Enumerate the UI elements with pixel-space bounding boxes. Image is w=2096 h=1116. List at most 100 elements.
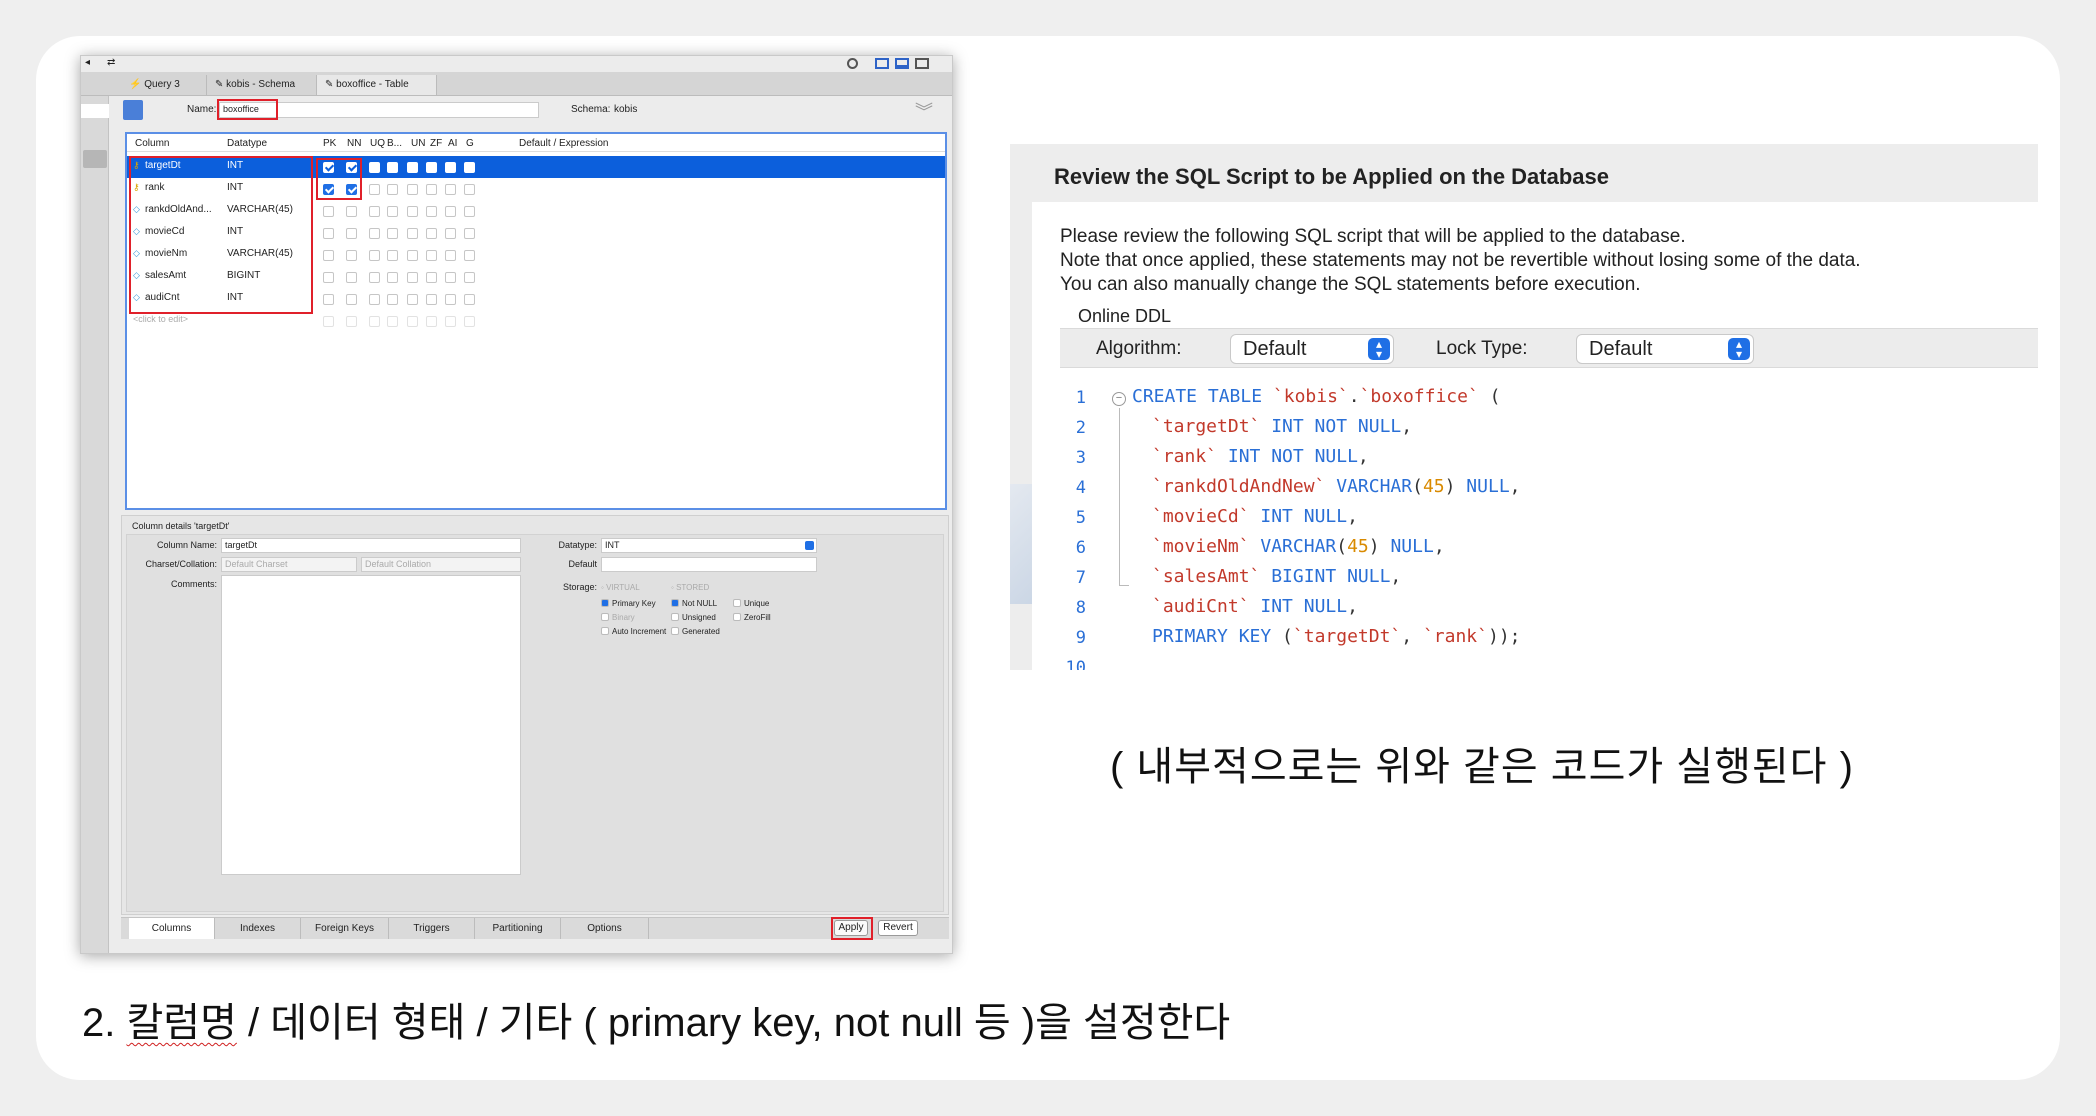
- flag-checkbox[interactable]: [426, 184, 437, 195]
- flag-checkbox[interactable]: [426, 206, 437, 217]
- primary-key-checkbox[interactable]: Primary Key: [601, 599, 656, 608]
- flag-checkbox[interactable]: [426, 228, 437, 239]
- click-to-edit-placeholder[interactable]: <click to edit>: [133, 314, 188, 324]
- collation-select[interactable]: Default Collation: [361, 557, 521, 572]
- flag-checkbox[interactable]: [369, 250, 380, 261]
- flag-checkbox[interactable]: [323, 228, 334, 239]
- flag-checkbox[interactable]: [387, 162, 398, 173]
- flag-checkbox[interactable]: [407, 228, 418, 239]
- flag-checkbox[interactable]: [369, 294, 380, 305]
- grid-header-cell[interactable]: UQ: [370, 138, 385, 149]
- flag-checkbox[interactable]: [407, 184, 418, 195]
- bottom-tab[interactable]: Triggers: [389, 918, 475, 939]
- flag-checkbox[interactable]: [387, 184, 398, 195]
- flag-checkbox[interactable]: [445, 294, 456, 305]
- column-name-input[interactable]: targetDt: [221, 538, 521, 553]
- flag-checkbox[interactable]: [323, 250, 334, 261]
- flag-checkbox[interactable]: [426, 294, 437, 305]
- default-input[interactable]: [601, 557, 817, 572]
- tab-query-3[interactable]: ⚡ Query 3: [121, 75, 207, 95]
- flag-checkbox[interactable]: [346, 206, 357, 217]
- flag-checkbox[interactable]: [464, 162, 475, 173]
- auto-increment-checkbox[interactable]: Auto Increment: [601, 627, 666, 636]
- flag-checkbox[interactable]: [445, 250, 456, 261]
- flag-checkbox[interactable]: [426, 272, 437, 283]
- flag-checkbox[interactable]: [346, 228, 357, 239]
- unique-checkbox[interactable]: Unique: [733, 599, 769, 608]
- back-icon[interactable]: ◂: [85, 57, 90, 68]
- flag-checkbox[interactable]: [323, 206, 334, 217]
- flag-checkbox[interactable]: [464, 272, 475, 283]
- flag-checkbox[interactable]: [346, 250, 357, 261]
- toolbar-icon[interactable]: ⇄: [107, 57, 115, 68]
- flag-checkbox[interactable]: [387, 272, 398, 283]
- grid-header-cell[interactable]: NN: [347, 138, 361, 149]
- flag-checkbox[interactable]: [346, 294, 357, 305]
- revert-button[interactable]: Revert: [878, 920, 918, 936]
- flag-checkbox[interactable]: [346, 272, 357, 283]
- bottom-tab[interactable]: Options: [561, 918, 649, 939]
- collapse-chevron-icon[interactable]: ︾: [915, 98, 933, 124]
- flag-checkbox[interactable]: [407, 316, 418, 327]
- flag-checkbox[interactable]: [445, 228, 456, 239]
- flag-checkbox[interactable]: [387, 294, 398, 305]
- flag-checkbox[interactable]: [445, 184, 456, 195]
- grid-header-cell[interactable]: ZF: [430, 138, 442, 149]
- bottom-tab[interactable]: Columns: [129, 918, 215, 939]
- panel-bottom-icon[interactable]: [895, 58, 909, 69]
- binary-checkbox[interactable]: Binary: [601, 613, 635, 622]
- grid-header-cell[interactable]: AI: [448, 138, 457, 149]
- flag-checkbox[interactable]: [369, 228, 380, 239]
- flag-checkbox[interactable]: [426, 316, 437, 327]
- flag-checkbox[interactable]: [464, 228, 475, 239]
- sidebar-field[interactable]: [81, 104, 109, 118]
- sidebar-button[interactable]: [83, 150, 107, 168]
- flag-checkbox[interactable]: [369, 272, 380, 283]
- flag-checkbox[interactable]: [426, 162, 437, 173]
- flag-checkbox[interactable]: [407, 206, 418, 217]
- flag-checkbox[interactable]: [445, 206, 456, 217]
- algorithm-select[interactable]: Default ▴ ▾: [1230, 334, 1394, 364]
- flag-checkbox[interactable]: [464, 316, 475, 327]
- comments-textarea[interactable]: [221, 575, 521, 875]
- flag-checkbox[interactable]: [464, 206, 475, 217]
- flag-checkbox[interactable]: [464, 184, 475, 195]
- lock-type-select[interactable]: Default ▴ ▾: [1576, 334, 1754, 364]
- flag-checkbox[interactable]: [426, 250, 437, 261]
- bottom-tab[interactable]: Indexes: [215, 918, 301, 939]
- tab-boxoffice-table[interactable]: ✎ boxoffice - Table: [317, 75, 437, 95]
- zerofill-checkbox[interactable]: ZeroFill: [733, 613, 771, 622]
- panel-left-icon[interactable]: [875, 58, 889, 69]
- flag-checkbox[interactable]: [346, 316, 357, 327]
- bottom-tab[interactable]: Foreign Keys: [301, 918, 389, 939]
- flag-checkbox[interactable]: [407, 250, 418, 261]
- flag-checkbox[interactable]: [323, 294, 334, 305]
- grid-header-cell[interactable]: Column: [135, 138, 169, 149]
- flag-checkbox[interactable]: [369, 162, 380, 173]
- flag-checkbox[interactable]: [369, 316, 380, 327]
- not-null-checkbox[interactable]: Not NULL: [671, 599, 717, 608]
- flag-checkbox[interactable]: [445, 162, 456, 173]
- unsigned-checkbox[interactable]: Unsigned: [671, 613, 716, 622]
- flag-checkbox[interactable]: [464, 294, 475, 305]
- flag-checkbox[interactable]: [387, 250, 398, 261]
- grid-header-cell[interactable]: G: [466, 138, 474, 149]
- flag-checkbox[interactable]: [387, 316, 398, 327]
- fold-icon[interactable]: −: [1112, 392, 1126, 406]
- settings-icon[interactable]: [847, 58, 858, 69]
- flag-checkbox[interactable]: [369, 206, 380, 217]
- charset-select[interactable]: Default Charset: [221, 557, 357, 572]
- flag-checkbox[interactable]: [445, 316, 456, 327]
- virtual-radio[interactable]: ◦ VIRTUAL: [601, 583, 640, 592]
- flag-checkbox[interactable]: [407, 294, 418, 305]
- tab-kobis-schema[interactable]: ✎ kobis - Schema: [207, 75, 317, 95]
- flag-checkbox[interactable]: [323, 272, 334, 283]
- flag-checkbox[interactable]: [387, 206, 398, 217]
- grid-header-cell[interactable]: Default / Expression: [519, 138, 609, 149]
- grid-header-cell[interactable]: UN: [411, 138, 425, 149]
- grid-header-cell[interactable]: B...: [387, 138, 402, 149]
- flag-checkbox[interactable]: [407, 162, 418, 173]
- flag-checkbox[interactable]: [445, 272, 456, 283]
- stored-radio[interactable]: ◦ STORED: [671, 583, 709, 592]
- grid-header-cell[interactable]: Datatype: [227, 138, 267, 149]
